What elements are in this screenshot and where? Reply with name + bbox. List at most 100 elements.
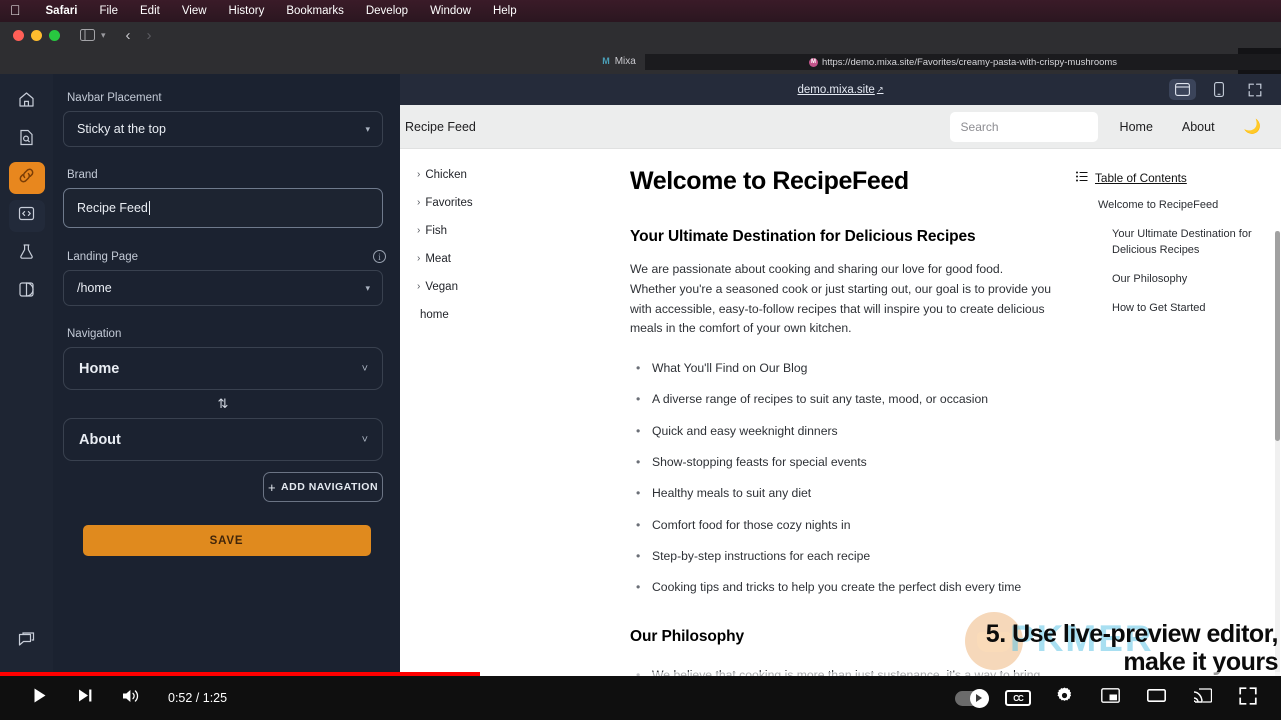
- site-content: › Chicken › Favorites › Fish › Meat › Ve…: [400, 149, 1281, 720]
- captions-button[interactable]: CC: [995, 676, 1041, 720]
- site-navbar-right: Search Home About 🌙: [949, 111, 1261, 142]
- toc-link-ultimate[interactable]: Your Ultimate Destination for Delicious …: [1112, 227, 1262, 259]
- add-navigation-label: ADD NAVIGATION: [281, 481, 379, 493]
- side-nav-item-favorites[interactable]: › Favorites: [417, 197, 622, 209]
- sidebar-item-home[interactable]: [9, 86, 45, 118]
- preview-fullscreen-button[interactable]: [1241, 79, 1268, 100]
- play-icon: [31, 687, 48, 709]
- chat-bubble-icon: [18, 631, 35, 653]
- site-link-home[interactable]: Home: [1120, 120, 1153, 134]
- swap-up-down-icon[interactable]: ⇅: [63, 390, 383, 418]
- sidebar-item-navigation[interactable]: [8, 162, 45, 194]
- side-nav-label: Chicken: [425, 169, 467, 181]
- landing-page-value: /home: [77, 281, 112, 295]
- navbar-placement-label: Navbar Placement: [67, 92, 162, 104]
- menu-item-bookmarks[interactable]: Bookmarks: [275, 5, 355, 17]
- landing-page-select[interactable]: /home ▾: [63, 270, 383, 306]
- feedback-button[interactable]: [9, 626, 45, 658]
- navigation-entry-home-value: Home: [79, 360, 120, 377]
- back-chevron-icon[interactable]: ‹: [126, 27, 131, 44]
- play-button[interactable]: [16, 676, 62, 720]
- list-item: Healthy meals to suit any diet: [630, 484, 1052, 503]
- miniplayer-button[interactable]: [1087, 676, 1133, 720]
- menu-item-safari[interactable]: Safari: [35, 5, 89, 17]
- sidebar-item-experiments[interactable]: [9, 238, 45, 270]
- chevron-right-icon: ›: [417, 281, 421, 292]
- navbar-placement-select[interactable]: Sticky at the top ▾: [63, 111, 383, 147]
- menu-item-view[interactable]: View: [171, 5, 218, 17]
- side-nav-item-fish[interactable]: › Fish: [417, 225, 622, 237]
- moon-icon[interactable]: 🌙: [1244, 118, 1261, 135]
- next-video-button[interactable]: [62, 676, 108, 720]
- plus-icon: +: [267, 479, 277, 495]
- menu-item-window[interactable]: Window: [419, 5, 482, 17]
- video-left-controls: 0:52 / 1:25: [0, 676, 227, 720]
- apple-logo-icon[interactable]: : [10, 3, 21, 17]
- preview-device-desktop[interactable]: [1169, 79, 1196, 100]
- brand-input[interactable]: Recipe Feed: [63, 188, 383, 228]
- chevron-down-icon: ▾: [365, 282, 370, 293]
- chevron-right-icon: ›: [417, 225, 421, 236]
- side-nav-item-home[interactable]: home: [420, 309, 622, 321]
- menu-item-history[interactable]: History: [218, 5, 276, 17]
- toc-header[interactable]: Table of Contents: [1076, 171, 1262, 185]
- section-heading-ultimate: Your Ultimate Destination for Delicious …: [630, 228, 976, 245]
- side-nav-label: Fish: [425, 225, 448, 237]
- next-track-icon: [77, 688, 94, 708]
- menu-item-develop[interactable]: Develop: [355, 5, 419, 17]
- chevron-down-icon: ˅: [361, 362, 368, 375]
- forward-chevron-icon[interactable]: ›: [147, 27, 152, 44]
- toc-title: Table of Contents: [1095, 171, 1187, 185]
- toc-link-get-started[interactable]: How to Get Started: [1112, 301, 1262, 317]
- menu-item-help[interactable]: Help: [482, 5, 528, 17]
- video-right-controls: CC: [949, 676, 1271, 720]
- menu-item-file[interactable]: File: [88, 5, 129, 17]
- sidebar-chevron-down-icon[interactable]: ▾: [101, 30, 106, 41]
- add-navigation-button[interactable]: + ADD NAVIGATION: [263, 472, 383, 502]
- maximize-window-button[interactable]: [49, 29, 60, 41]
- toc-link-philosophy[interactable]: Our Philosophy: [1112, 272, 1262, 288]
- side-nav-label: Vegan: [425, 281, 458, 293]
- sidebar-item-pages[interactable]: [9, 124, 45, 156]
- settings-button[interactable]: [1041, 676, 1087, 720]
- side-nav-item-meat[interactable]: › Meat: [417, 253, 622, 265]
- sidebar-item-code[interactable]: [8, 200, 45, 232]
- external-link-icon: ↗: [876, 85, 884, 94]
- watermark-logo-icon: [965, 612, 1023, 670]
- save-button[interactable]: SAVE: [82, 525, 371, 556]
- navbar-placement-value: Sticky at the top: [77, 122, 166, 136]
- info-icon[interactable]: i: [373, 250, 386, 263]
- preview-device-switcher: [1169, 79, 1268, 100]
- autoplay-toggle[interactable]: [949, 676, 995, 720]
- sidebar-toggle-icon[interactable]: [80, 29, 95, 41]
- list-item: A diverse range of recipes to suit any t…: [630, 390, 1052, 409]
- preview-device-mobile[interactable]: [1205, 79, 1232, 100]
- side-nav-label: Favorites: [425, 197, 473, 209]
- side-nav-item-chicken[interactable]: › Chicken: [417, 169, 622, 181]
- navigation-entry-about-value: About: [79, 431, 121, 448]
- preview-site-url[interactable]: demo.mixa.site ↗: [797, 84, 883, 96]
- window-controls: [0, 29, 60, 41]
- save-button-label: SAVE: [209, 534, 244, 547]
- cast-icon: [1193, 688, 1212, 708]
- fullscreen-button[interactable]: [1225, 676, 1271, 720]
- minimize-window-button[interactable]: [31, 29, 42, 41]
- theater-mode-button[interactable]: [1133, 676, 1179, 720]
- preview-scrollbar[interactable]: [1275, 231, 1280, 720]
- navigation-label: Navigation: [67, 328, 122, 340]
- sidebar-item-theme[interactable]: [9, 276, 45, 308]
- palette-icon: [18, 281, 35, 303]
- navigation-entry-home[interactable]: Home ˅: [63, 347, 383, 390]
- site-search-input[interactable]: Search: [949, 111, 1098, 142]
- text-cursor: [148, 201, 150, 215]
- volume-button[interactable]: [108, 676, 154, 720]
- close-window-button[interactable]: [13, 29, 24, 41]
- chevron-right-icon: ›: [417, 253, 421, 264]
- cast-button[interactable]: [1179, 676, 1225, 720]
- menu-item-edit[interactable]: Edit: [129, 5, 171, 17]
- site-link-about[interactable]: About: [1182, 120, 1215, 134]
- side-nav-item-vegan[interactable]: › Vegan: [417, 281, 622, 293]
- toc-link-welcome[interactable]: Welcome to RecipeFeed: [1098, 198, 1262, 214]
- navigation-entry-about[interactable]: About ˅: [63, 418, 383, 461]
- add-navigation-row: + ADD NAVIGATION: [63, 472, 383, 502]
